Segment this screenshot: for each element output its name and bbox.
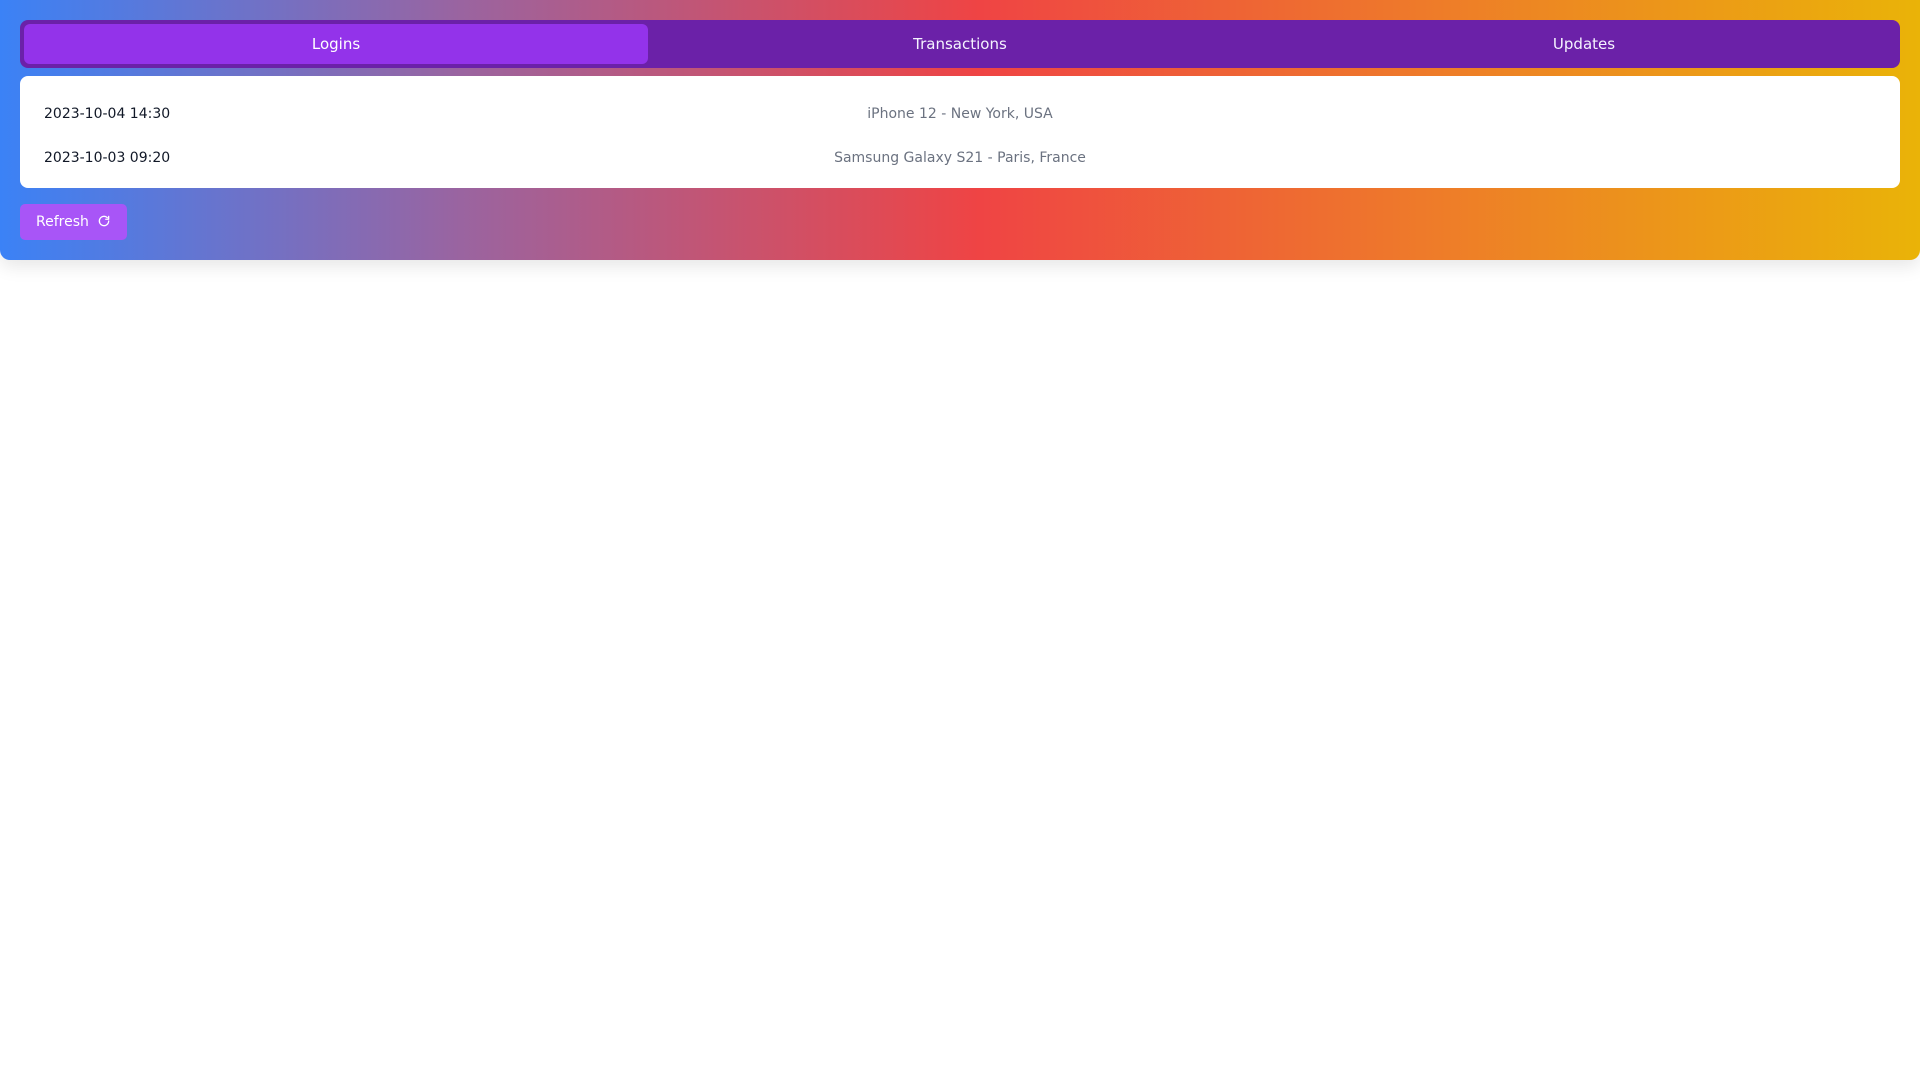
tab-bar: Logins Transactions Updates xyxy=(20,20,1900,68)
list-item: 2023-10-03 09:20 Samsung Galaxy S21 - Pa… xyxy=(44,136,1876,180)
login-device: Samsung Galaxy S21 - Paris, France xyxy=(834,150,1086,166)
tab-updates[interactable]: Updates xyxy=(1272,24,1896,64)
tab-transactions[interactable]: Transactions xyxy=(648,24,1272,64)
login-datetime: 2023-10-04 14:30 xyxy=(44,106,171,122)
login-datetime: 2023-10-03 09:20 xyxy=(44,150,171,166)
refresh-label: Refresh xyxy=(36,214,89,230)
tab-logins[interactable]: Logins xyxy=(24,24,648,64)
activity-widget: Logins Transactions Updates 2023-10-04 1… xyxy=(0,0,1920,260)
refresh-icon xyxy=(97,214,111,231)
refresh-button[interactable]: Refresh xyxy=(20,204,127,240)
list-item: 2023-10-04 14:30 iPhone 12 - New York, U… xyxy=(44,92,1876,136)
logins-panel: 2023-10-04 14:30 iPhone 12 - New York, U… xyxy=(20,76,1900,188)
login-device: iPhone 12 - New York, USA xyxy=(867,106,1053,122)
